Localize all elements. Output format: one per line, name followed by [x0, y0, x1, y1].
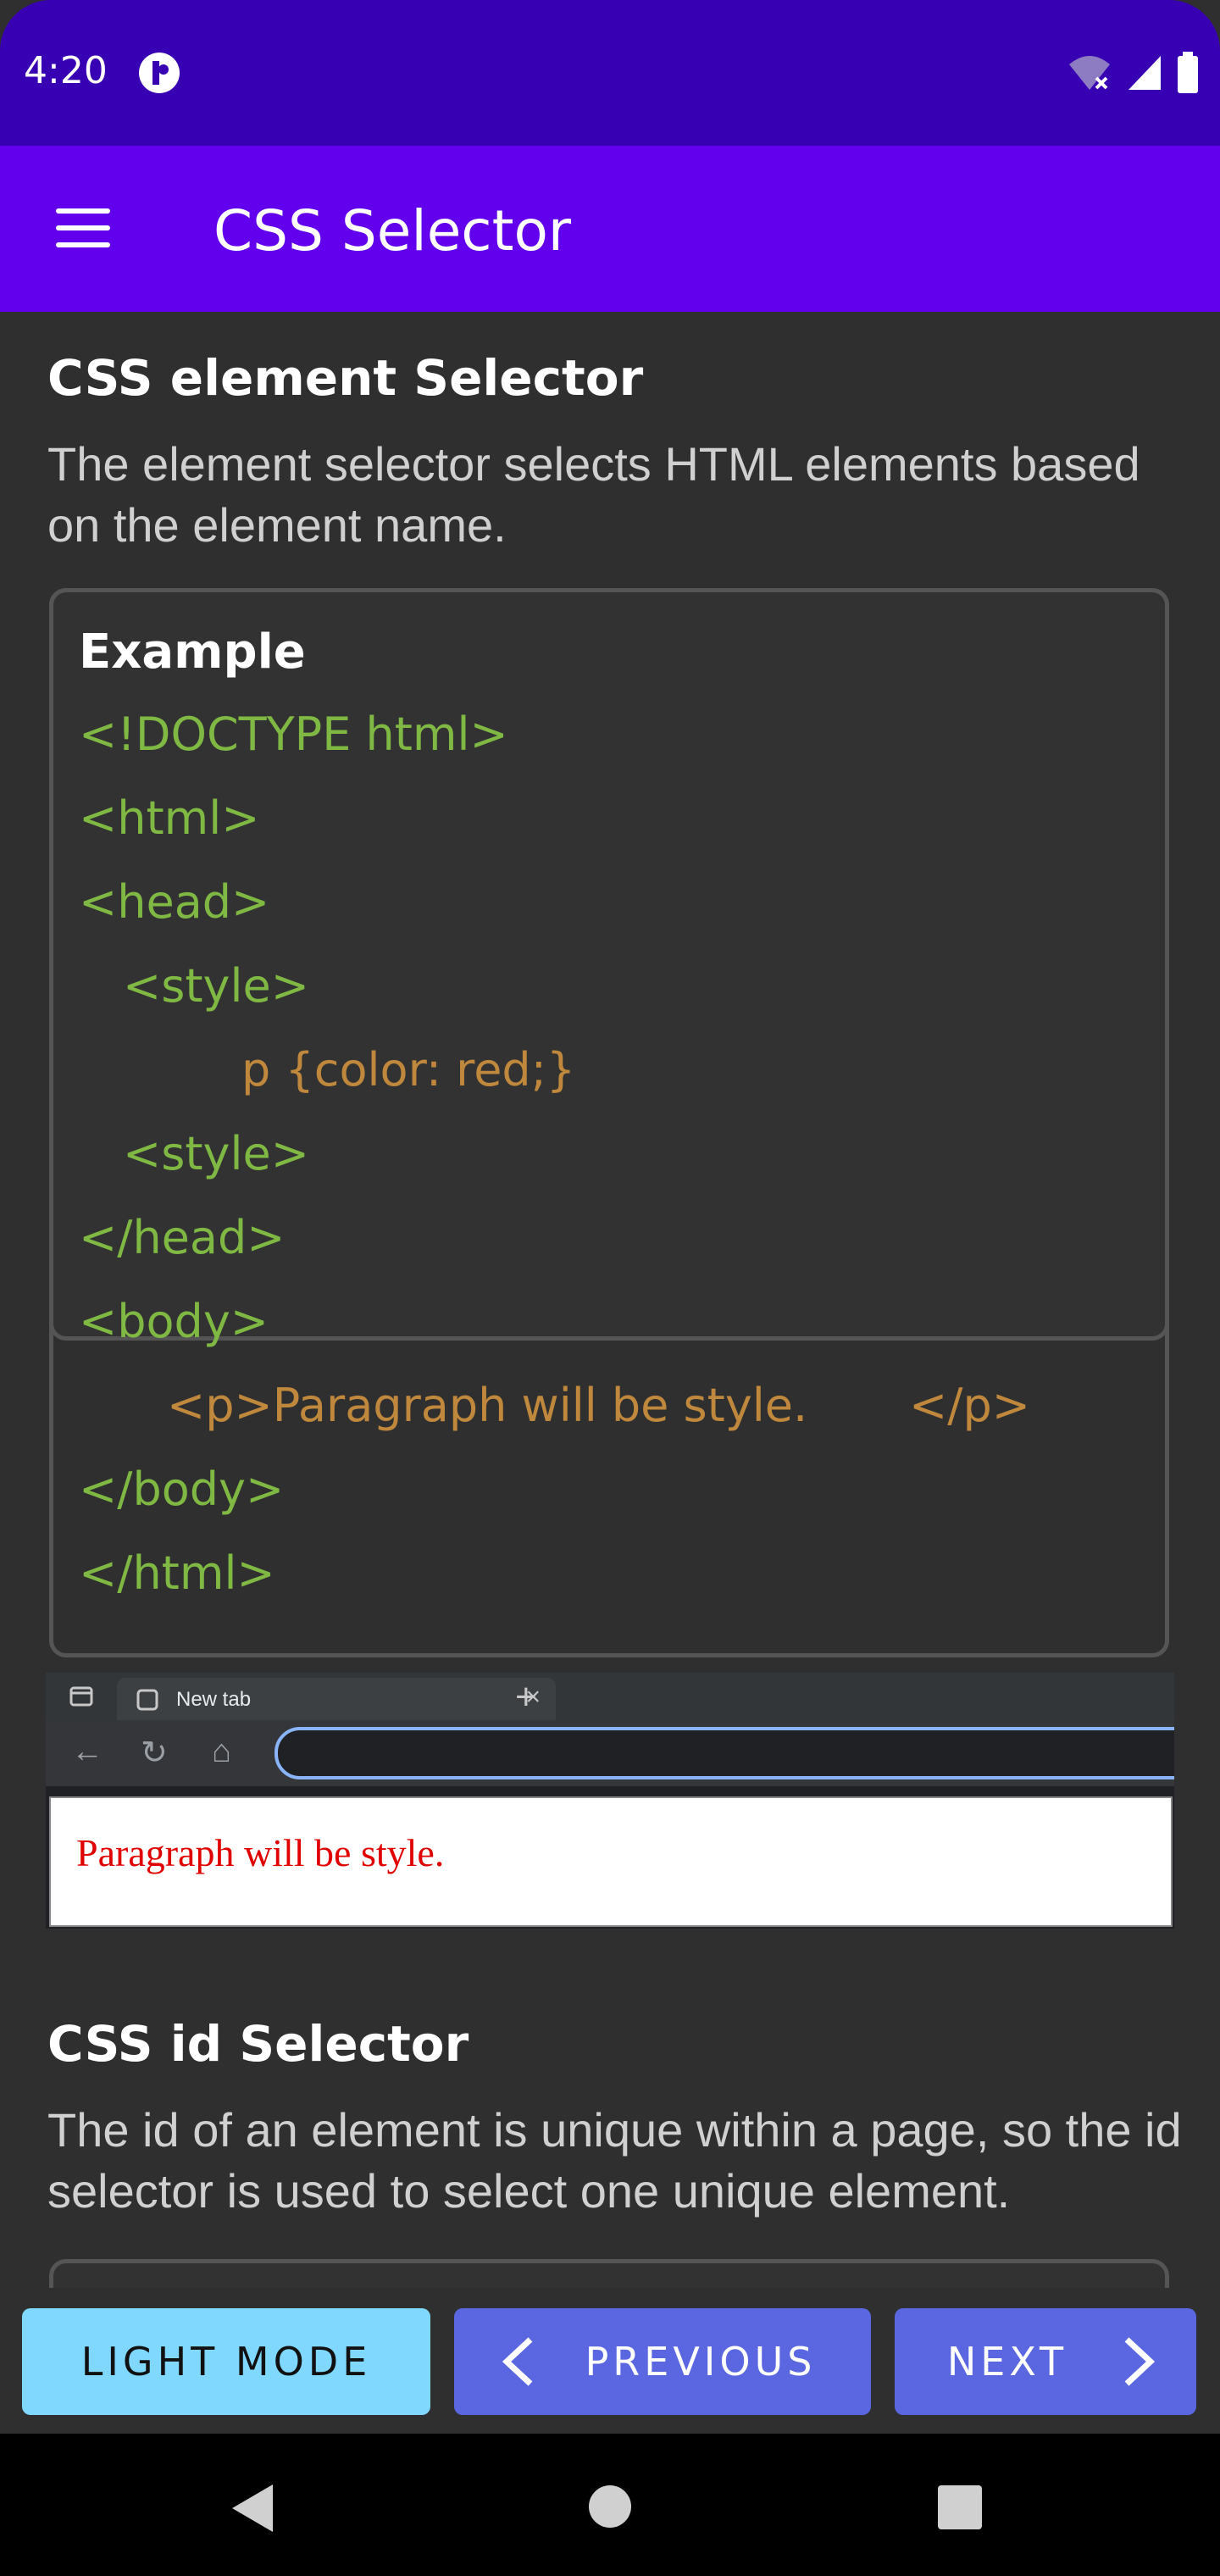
- tab-label: New tab: [176, 1688, 252, 1711]
- previous-label: PREVIOUS: [585, 2339, 817, 2384]
- signal-icon: [1128, 56, 1161, 90]
- browser-preview-image: New tab × + ← ↻ ⌂ Paragraph will be styl…: [46, 1673, 1174, 1929]
- home-icon[interactable]: [588, 2484, 632, 2529]
- chevron-left-icon: [502, 2337, 533, 2386]
- code-line: <body>: [79, 1295, 269, 1348]
- browser-toolbar: ← ↻ ⌂: [46, 1720, 1174, 1786]
- section-description: The element selector selects HTML elemen…: [47, 437, 1140, 552]
- bottom-action-bar: LIGHT MODE PREVIOUS NEXT: [0, 2288, 1220, 2434]
- chevron-right-icon: [1124, 2337, 1156, 2386]
- back-arrow-icon: ←: [71, 1734, 103, 1769]
- example-code-box-border: <body> <p>Paragraph will be style. </p> …: [49, 588, 1169, 1657]
- app-title: CSS Selector: [214, 198, 571, 264]
- content-scroll[interactable]: CSS element Selector The element selecto…: [0, 312, 1220, 2288]
- rendered-paragraph: Paragraph will be style.: [76, 1831, 445, 1874]
- light-mode-button[interactable]: LIGHT MODE: [22, 2308, 430, 2415]
- status-bar: 4:20: [0, 0, 1220, 146]
- wifi-icon: [1069, 56, 1110, 90]
- browser-tabstrip: New tab × +: [46, 1673, 1174, 1720]
- tab-search-icon: [69, 1686, 93, 1707]
- app-bar: CSS Selector: [0, 146, 1220, 312]
- notification-app-icon: [139, 53, 180, 93]
- recents-icon[interactable]: [937, 2484, 983, 2530]
- reload-icon: ↻: [141, 1735, 168, 1771]
- status-time: 4:20: [24, 49, 108, 92]
- next-label: NEXT: [946, 2339, 1068, 2384]
- code-line: </html>: [79, 1546, 275, 1600]
- browser-tab: New tab ×: [117, 1678, 556, 1720]
- code-line: </body>: [79, 1463, 285, 1516]
- next-button[interactable]: NEXT: [895, 2308, 1196, 2415]
- battery-icon: [1178, 52, 1198, 93]
- example-code-box: [49, 2259, 1169, 2288]
- section-title: CSS element Selector: [47, 349, 644, 407]
- status-icons: [1066, 51, 1200, 95]
- address-bar: [274, 1727, 1174, 1779]
- light-mode-label: LIGHT MODE: [80, 2339, 372, 2384]
- rendered-page: Paragraph will be style.: [49, 1796, 1173, 1927]
- tab-favicon-icon: [136, 1689, 158, 1711]
- previous-button[interactable]: PREVIOUS: [454, 2308, 871, 2415]
- section-title: CSS id Selector: [47, 2015, 469, 2073]
- back-icon[interactable]: [230, 2483, 274, 2534]
- new-tab-icon: +: [515, 1676, 537, 1718]
- home-icon: ⌂: [212, 1734, 231, 1769]
- system-navigation-bar: [0, 2434, 1220, 2576]
- section-description: The id of an element is unique within a …: [47, 2103, 1182, 2218]
- menu-icon[interactable]: [44, 205, 120, 253]
- code-line: <p>Paragraph will be style.: [167, 1379, 808, 1432]
- code-line: </p>: [909, 1379, 1030, 1432]
